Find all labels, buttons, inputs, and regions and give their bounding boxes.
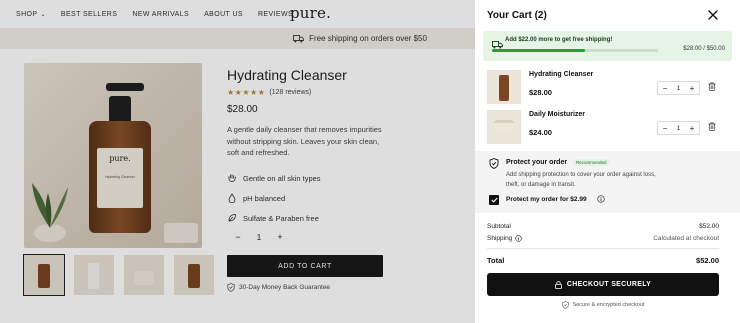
cart-header: Your Cart (2) [487, 8, 719, 22]
free-shipping-progress: Add $22.00 more to get free shipping! $2… [483, 31, 732, 61]
recommended-badge: Recommended [573, 159, 610, 166]
shield-icon [561, 301, 569, 309]
lock-icon [555, 280, 562, 289]
checkout-label: CHECKOUT SECURELY [566, 281, 652, 288]
cart-item-quantity[interactable]: 1 [677, 125, 681, 132]
shipping-row: Shipping Calculated at checkout [487, 235, 719, 242]
cart-title: Your Cart (2) [487, 9, 547, 21]
protection-description: Add shipping protection to cover your or… [506, 172, 656, 188]
cart-item-quantity-stepper: − 1 + [657, 81, 700, 95]
decrease-quantity-button[interactable]: − [661, 84, 669, 93]
cart-drawer: Your Cart (2) Add $22.00 more to get fre… [475, 0, 740, 323]
close-icon[interactable] [707, 9, 719, 21]
checkout-button[interactable]: CHECKOUT SECURELY [487, 273, 719, 296]
increase-quantity-button[interactable]: + [688, 84, 696, 93]
shipping-progress-fill [492, 49, 585, 52]
cart-item-image[interactable] [487, 70, 521, 104]
shipping-progress-bar [492, 49, 658, 52]
cart-item-price: $24.00 [529, 128, 552, 137]
trash-icon[interactable] [708, 122, 716, 131]
secure-text: Secure & encrypted checkout [572, 302, 645, 308]
shipping-protection: Protect your order Recommended Add shipp… [475, 151, 740, 213]
shipping-amount: $28.00 / $50.00 [683, 46, 725, 52]
shipping-value: Calculated at checkout [653, 235, 719, 242]
cart-item-name[interactable]: Daily Moisturizer [529, 111, 585, 118]
cart-item-quantity[interactable]: 1 [677, 85, 681, 92]
total-value: $52.00 [696, 256, 719, 265]
trash-icon[interactable] [708, 82, 716, 91]
info-icon[interactable] [515, 235, 523, 242]
cart-item-image[interactable] [487, 110, 521, 144]
cart-item-quantity-stepper: − 1 + [657, 121, 700, 135]
shield-check-icon [489, 158, 499, 169]
cart-item-name[interactable]: Hydrating Cleanser [529, 71, 593, 78]
cart-item-price: $28.00 [529, 88, 552, 97]
decrease-quantity-button[interactable]: − [661, 124, 669, 133]
checkmark-icon [490, 197, 498, 203]
total-label: Total [487, 256, 505, 265]
secure-note: Secure & encrypted checkout [487, 301, 719, 309]
subtotal-value: $52.00 [699, 223, 719, 230]
protection-title: Protect your order [506, 159, 568, 166]
protection-checkbox-label[interactable]: Protect my order for $2.99 [506, 196, 587, 203]
shipping-label-wrap: Shipping [487, 235, 523, 242]
increase-quantity-button[interactable]: + [688, 124, 696, 133]
shipping-label: Shipping [487, 235, 513, 242]
protection-checkbox[interactable] [489, 195, 499, 205]
subtotal-row: Subtotal $52.00 [487, 223, 719, 230]
subtotal-label: Subtotal [487, 223, 511, 230]
cart-item: Hydrating Cleanser $28.00 − 1 + [487, 70, 725, 104]
total-row: Total $52.00 [487, 256, 719, 265]
info-icon[interactable] [597, 195, 605, 203]
summary-divider [487, 248, 719, 249]
shipping-message: Add $22.00 more to get free shipping! [505, 37, 613, 43]
cart-item: Daily Moisturizer $24.00 − 1 + [487, 110, 725, 144]
